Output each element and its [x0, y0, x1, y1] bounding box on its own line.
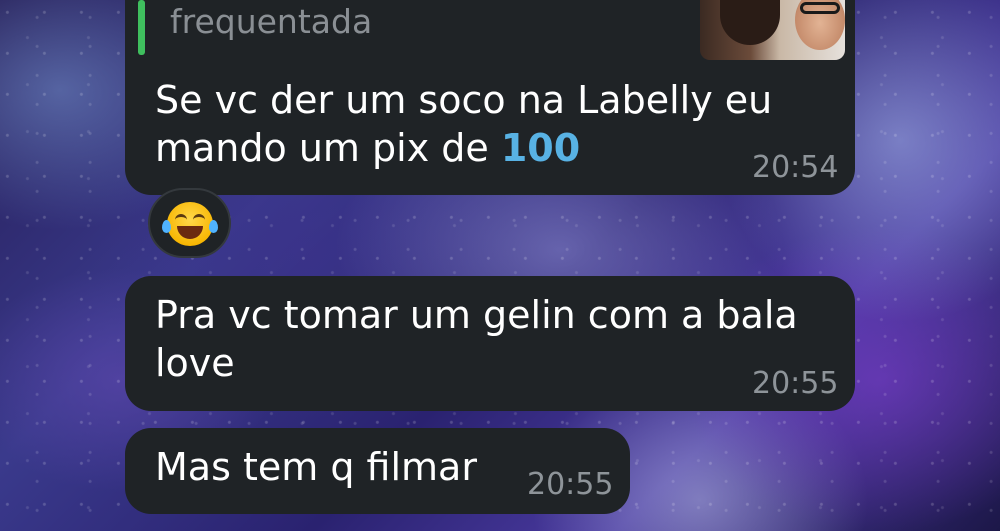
emoji-mouth	[177, 226, 203, 239]
message-timestamp: 20:55	[527, 467, 614, 502]
reply-accent-bar	[138, 0, 145, 55]
number-link[interactable]: 100	[501, 126, 580, 170]
message-timestamp: 20:54	[752, 150, 839, 185]
message-timestamp: 20:55	[752, 366, 839, 401]
message-text: Mas tem q filmar	[155, 445, 477, 489]
reply-preview-thumbnail[interactable]	[700, 0, 845, 60]
message-text: Se vc der um soco na Labelly eu	[155, 78, 773, 122]
chat-screen: frequentada Se vc der um soco na Labelly…	[0, 0, 1000, 531]
reaction-chip[interactable]	[148, 188, 231, 258]
emoji-eye-left	[175, 214, 187, 223]
emoji-tear-left	[162, 220, 171, 233]
message-text-prefix: mando um pix de	[155, 126, 501, 170]
thumbnail-person	[720, 0, 780, 45]
emoji-eye-right	[193, 214, 205, 223]
message-text: Pra vc tomar um gelin com a bala	[155, 293, 798, 337]
reply-preview-text[interactable]: frequentada	[170, 2, 372, 41]
message-text: mando um pix de 100	[155, 124, 580, 172]
face-with-tears-of-joy-icon	[162, 202, 218, 246]
message-text: love	[155, 341, 235, 385]
thumbnail-glasses	[800, 2, 840, 14]
emoji-tear-right	[209, 220, 218, 233]
